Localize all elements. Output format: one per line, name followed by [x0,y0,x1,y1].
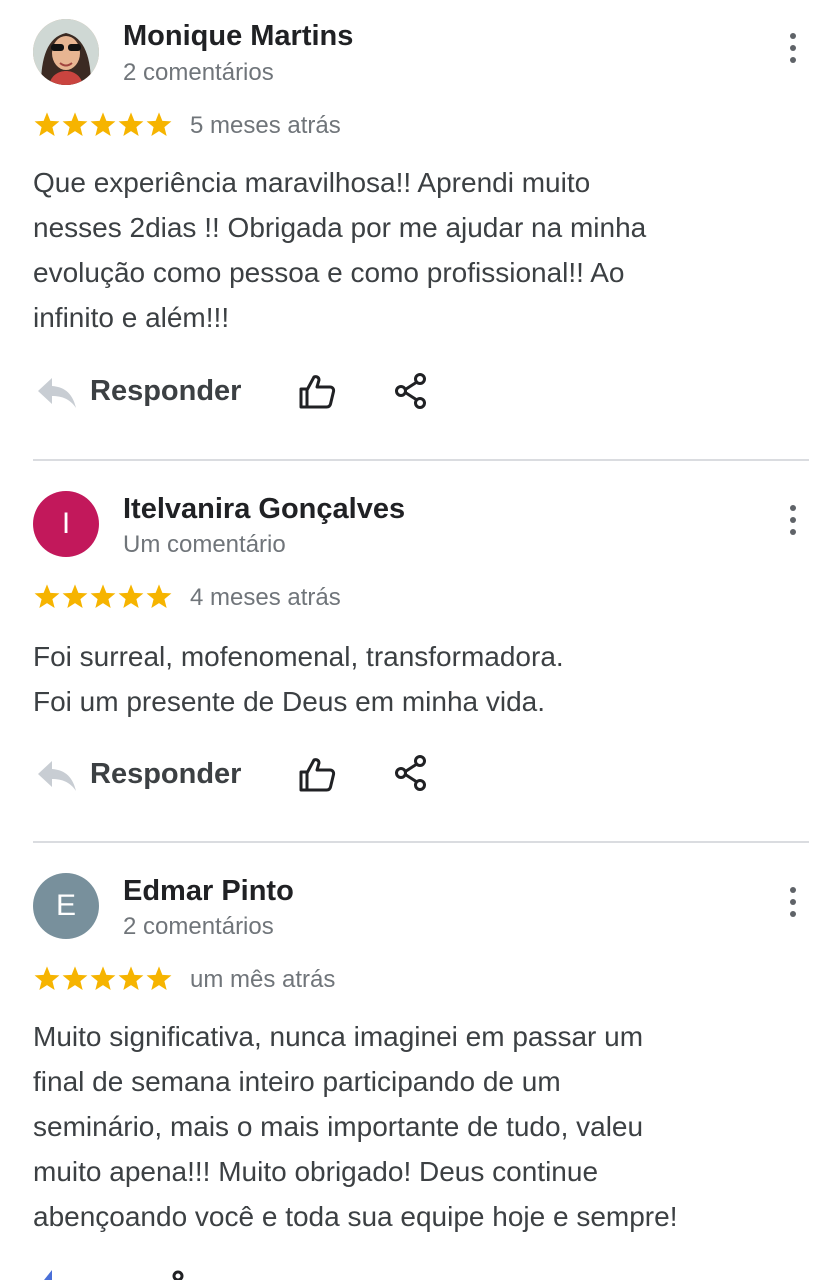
star-icon [146,112,172,137]
star-rating [33,110,173,140]
star-icon [62,112,88,137]
review-text-line: evolução como pessoa e como profissional… [33,257,625,288]
review-text: Que experiência maravilhosa!! Aprendi mu… [33,160,813,340]
review-text: Muito significativa, nunca imaginei em p… [33,1014,813,1239]
star-icon [62,584,88,609]
reviewer-review-count: 2 comentários [123,59,274,86]
star-icon [146,584,172,609]
review-date: 5 meses atrás [190,112,341,139]
share-icon[interactable] [172,1270,184,1280]
reply-button[interactable]: Responder [90,758,241,791]
reply-icon[interactable] [36,1268,78,1280]
review-text: Foi surreal, mofenomenal, transformadora… [33,634,813,724]
star-icon [90,966,116,991]
review-date: 4 meses atrás [190,584,341,611]
review-text-line: nesses 2dias !! Obrigada por me ajudar n… [33,212,647,243]
star-icon [90,112,116,137]
review-date: um mês atrás [190,966,336,993]
avatar[interactable]: E [33,873,99,939]
more-vert-icon [790,505,796,511]
review-text-line: seminário, mais o mais importante de tud… [33,1111,644,1142]
avatar-initial: I [61,507,71,540]
thumbs-up-icon[interactable] [297,757,337,793]
review-text-line: abençoando você e toda sua equipe hoje e… [33,1201,678,1232]
avatar-initial: E [55,889,76,922]
review-text-line: Foi um presente de Deus em minha vida. [33,686,546,717]
divider [33,459,809,461]
star-icon [118,112,144,137]
star-icon [118,966,144,991]
star-icon [62,966,88,991]
reviewer-review-count: 2 comentários [123,913,274,940]
review-text-line: Foi surreal, mofenomenal, transformadora… [33,641,564,672]
more-vert-icon [790,33,796,39]
more-options-button[interactable] [778,28,808,68]
star-icon [146,966,172,991]
more-options-button[interactable] [778,500,808,540]
more-vert-icon [790,887,796,893]
thumbs-up-icon[interactable] [297,374,337,410]
more-options-button[interactable] [778,882,808,922]
share-icon[interactable] [393,754,429,792]
share-icon[interactable] [393,372,429,410]
reviewer-name[interactable]: Edmar Pinto [123,875,294,908]
avatar[interactable]: I [33,491,99,557]
avatar[interactable] [33,19,99,85]
reviewer-name[interactable]: Monique Martins [123,20,353,53]
profile-photo [33,19,99,85]
star-rating [33,964,173,994]
review-text-line: final de semana inteiro participando de … [33,1066,561,1097]
star-icon [90,584,116,609]
star-icon [34,584,60,609]
review-text-line: Que experiência maravilhosa!! Aprendi mu… [33,167,591,198]
star-icon [34,112,60,137]
reviewer-name[interactable]: Itelvanira Gonçalves [123,493,405,526]
star-rating [33,582,173,612]
review-text-line: infinito e além!!! [33,302,230,333]
reply-icon[interactable] [36,759,78,793]
review-text-line: muito apena!!! Muito obrigado! Deus cont… [33,1156,599,1187]
star-icon [118,584,144,609]
star-icon [34,966,60,991]
reply-button[interactable]: Responder [90,375,241,408]
reply-icon[interactable] [36,376,78,410]
reviewer-review-count: Um comentário [123,531,286,558]
review-text-line: Muito significativa, nunca imaginei em p… [33,1021,644,1052]
divider [33,841,809,843]
